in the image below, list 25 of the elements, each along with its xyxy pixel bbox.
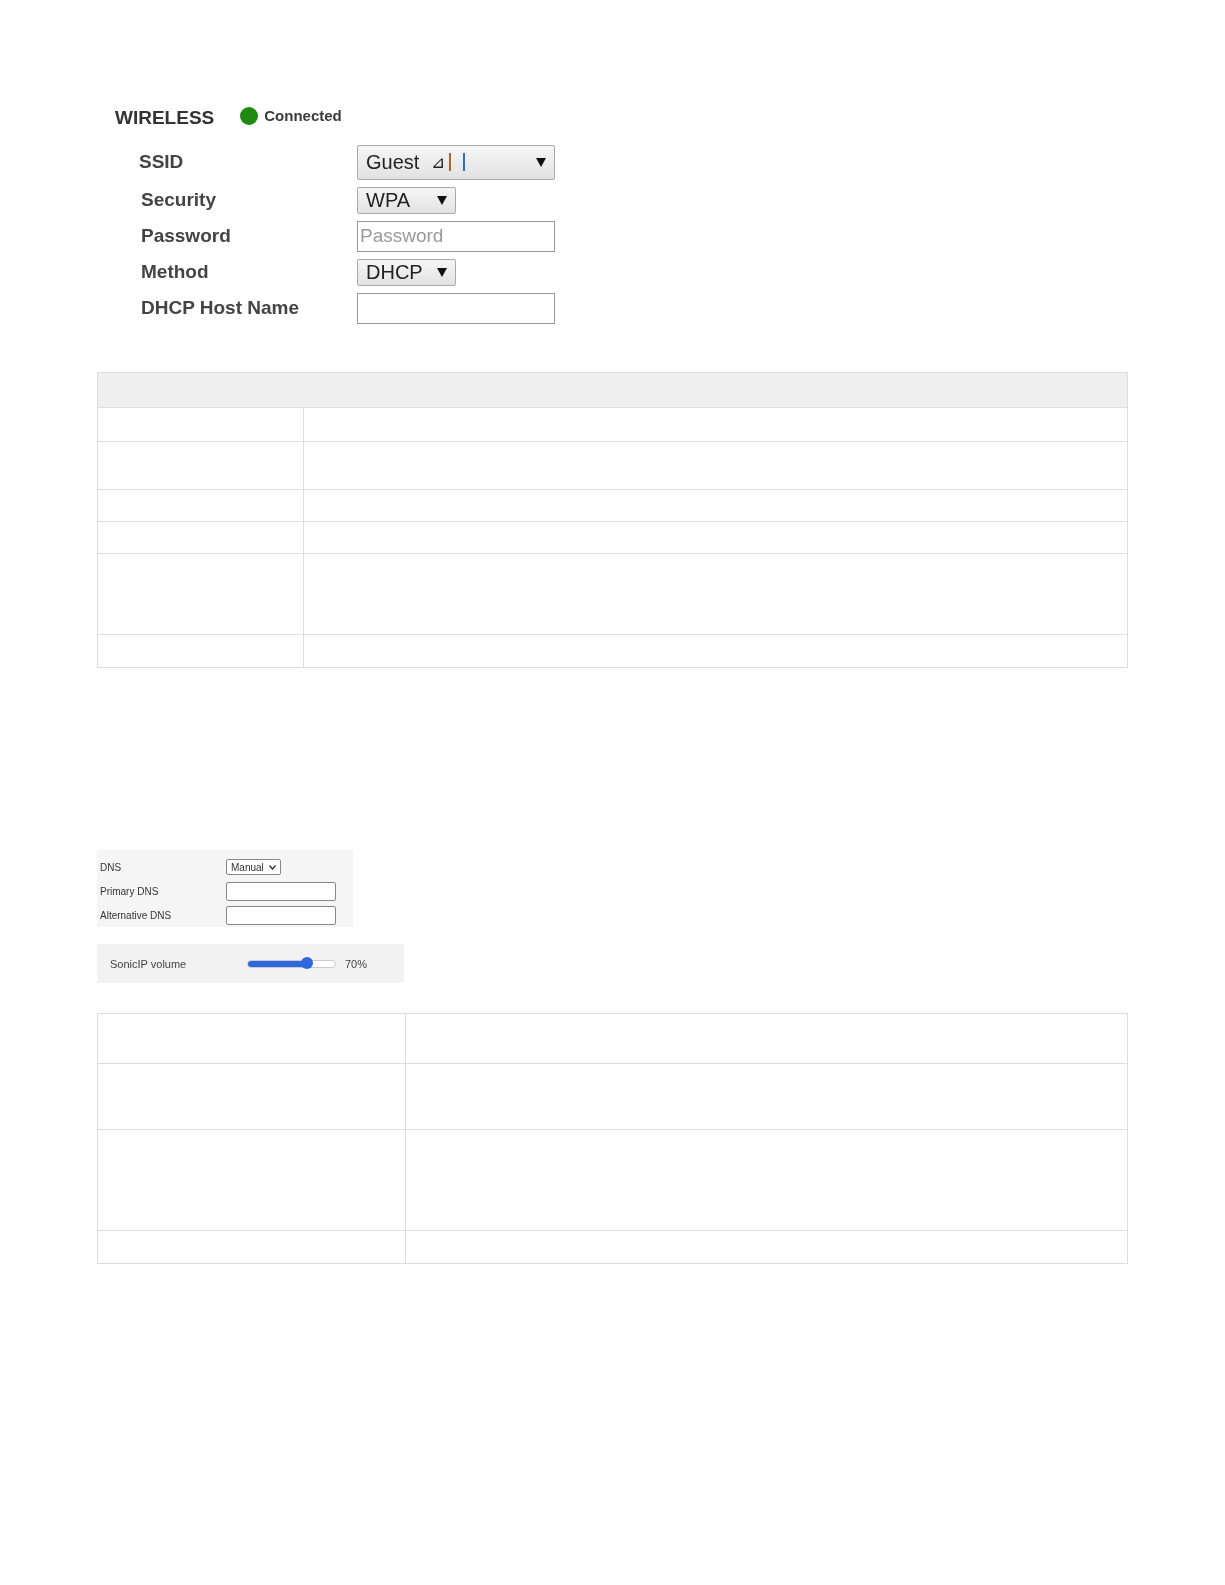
volume-slider[interactable] (247, 959, 336, 968)
volume-reading: 70% (345, 957, 368, 970)
dropdown[interactable]: Guest ⊿ (357, 144, 555, 180)
chevron-icon (268, 864, 276, 870)
caret-icon (536, 157, 546, 167)
dropdown[interactable]: WPA (357, 186, 456, 214)
text-field[interactable] (226, 905, 336, 925)
dropdown[interactable]: Manual (226, 859, 281, 875)
field-label: Alternative DNS (100, 909, 173, 921)
text-field[interactable] (357, 292, 555, 324)
text-field[interactable] (226, 881, 336, 901)
field-label: SSID (139, 151, 185, 173)
field-label: Security (141, 189, 217, 211)
caret-icon (437, 195, 447, 205)
text-field[interactable]: Password (357, 220, 555, 252)
field-label: Primary DNS (100, 885, 160, 897)
field-label: Method (141, 261, 210, 283)
section-title: WIRELESS (115, 107, 215, 129)
caret-icon (437, 267, 447, 277)
dropdown[interactable]: DHCP (357, 258, 456, 286)
volume-label: SonicIP volume (110, 957, 188, 970)
status-label: Connected (264, 106, 342, 124)
field-label: DHCP Host Name (141, 297, 301, 319)
field-label: DNS (100, 861, 123, 873)
field-label: Password (141, 225, 232, 247)
